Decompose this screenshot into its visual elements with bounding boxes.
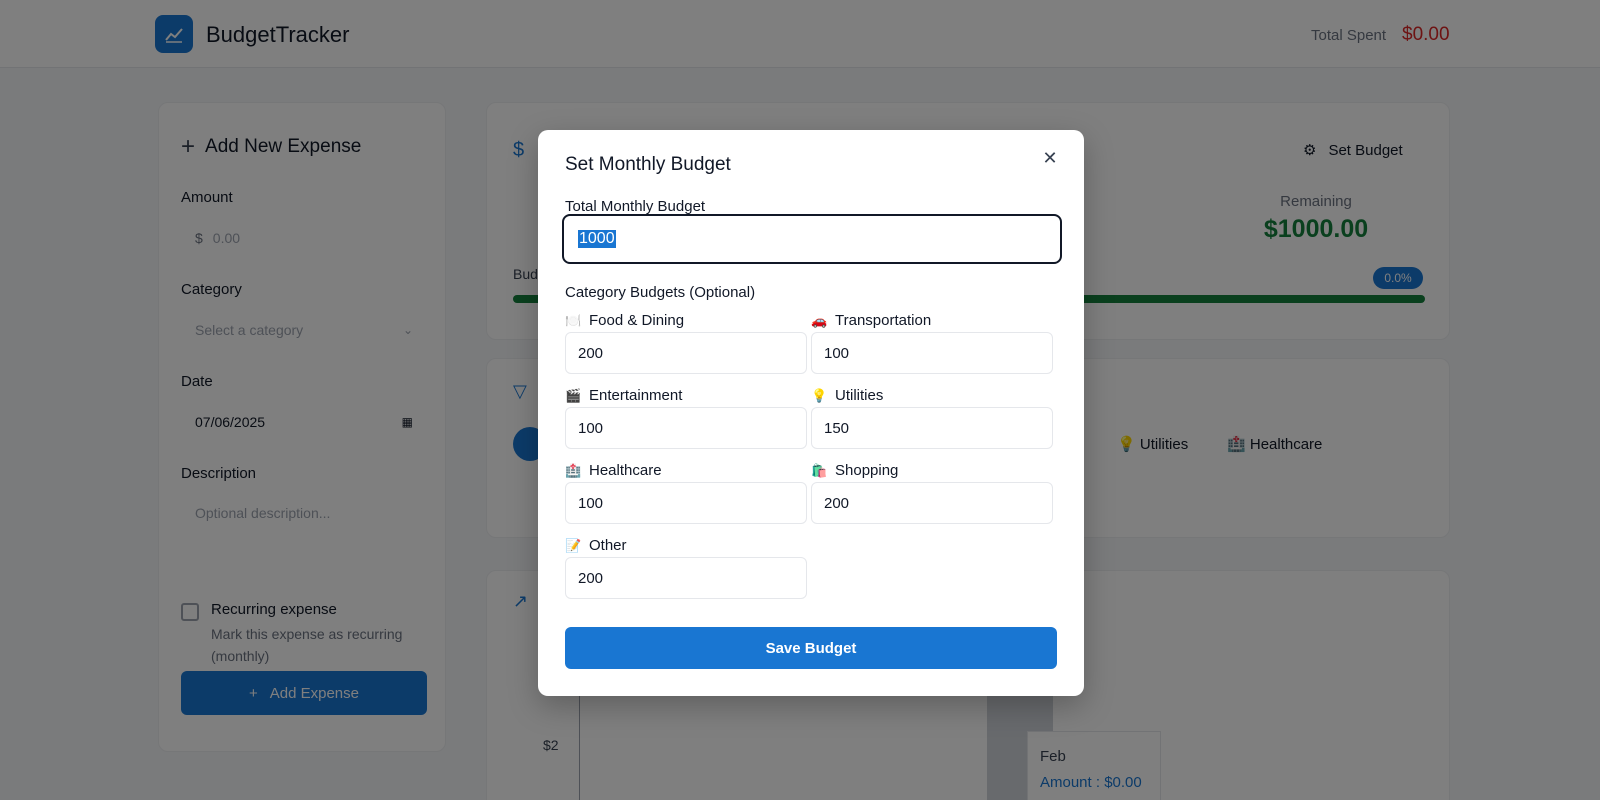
other-budget-input[interactable]: 200 xyxy=(565,557,807,599)
clapperboard-icon: 🎬 xyxy=(565,387,582,403)
plate-icon: 🍽️ xyxy=(565,312,582,328)
shopping-budget-input[interactable]: 200 xyxy=(811,482,1053,524)
healthcare-budget-input[interactable]: 100 xyxy=(565,482,807,524)
total-budget-input[interactable]: 1000 xyxy=(562,214,1062,264)
close-icon[interactable]: ✕ xyxy=(1038,146,1062,170)
memo-icon: 📝 xyxy=(565,537,582,553)
shopping-label: Shopping xyxy=(835,462,899,479)
category-label-utilities: 💡 Utilities xyxy=(811,387,883,404)
food-budget-input[interactable]: 200 xyxy=(565,332,807,374)
shopping-bag-icon: 🛍️ xyxy=(811,462,828,478)
utilities-budget-input[interactable]: 150 xyxy=(811,407,1053,449)
save-budget-button[interactable]: Save Budget xyxy=(565,627,1057,669)
entertainment-label: Entertainment xyxy=(589,387,683,404)
healthcare-label: Healthcare xyxy=(589,462,662,479)
food-label: Food & Dining xyxy=(589,312,685,329)
total-budget-value: 1000 xyxy=(578,230,616,248)
category-label-other: 📝 Other xyxy=(565,537,627,554)
entertainment-budget-input[interactable]: 100 xyxy=(565,407,807,449)
category-label-shopping: 🛍️ Shopping xyxy=(811,462,898,479)
transportation-label: Transportation xyxy=(835,312,932,329)
total-budget-label: Total Monthly Budget xyxy=(565,198,706,215)
category-label-food: 🍽️ Food & Dining xyxy=(565,312,684,329)
category-label-transportation: 🚗 Transportation xyxy=(811,312,931,329)
set-budget-modal: Set Monthly Budget ✕ Total Monthly Budge… xyxy=(538,130,1084,696)
car-icon: 🚗 xyxy=(811,312,828,328)
other-label: Other xyxy=(589,537,627,554)
category-budgets-heading: Category Budgets (Optional) xyxy=(565,284,756,301)
modal-title: Set Monthly Budget xyxy=(565,154,731,175)
transportation-budget-input[interactable]: 100 xyxy=(811,332,1053,374)
lightbulb-icon: 💡 xyxy=(811,387,828,403)
category-label-healthcare: 🏥 Healthcare xyxy=(565,462,662,479)
hospital-icon: 🏥 xyxy=(565,462,582,478)
utilities-label: Utilities xyxy=(835,387,884,404)
category-label-entertainment: 🎬 Entertainment xyxy=(565,387,682,404)
